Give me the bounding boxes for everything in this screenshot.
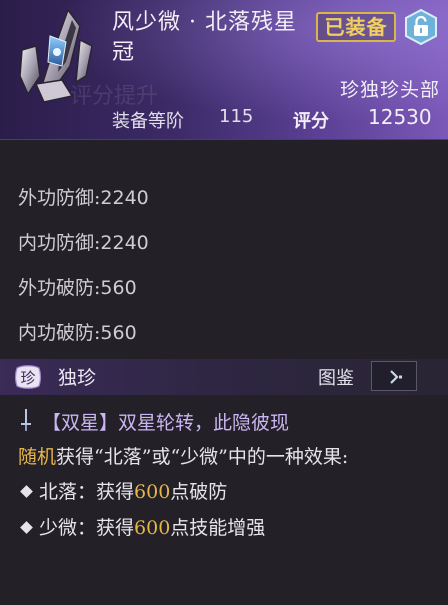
item-name: 风少微 · 北落残星冠 [112,10,297,65]
stat-value: 560 [100,277,137,299]
effect-pre: ：获得 [77,481,135,503]
effect-value: 600 [134,517,171,539]
atlas-button[interactable] [371,361,417,391]
stat-label: 外功破防: [18,277,101,299]
rarity-seal-text: 珍 [20,369,35,387]
chevron-right-icon [390,370,402,384]
sword-icon [21,409,31,431]
effect-row: 少微：获得600点技能增强 [18,510,438,546]
item-description: 【双星】双星轮转，此隐彼现 随机获得“北落”或“少微”中的一种效果: 北落：获得… [18,408,438,546]
equipped-badge: 已装备 [316,12,396,42]
score-label: 评分 [293,111,329,132]
effect-name: 少微 [39,517,78,539]
stat-value: 2240 [100,187,149,209]
effect-pre: ：获得 [77,517,135,539]
rarity-seal-icon: 珍 [14,365,42,389]
random-keyword: 随机 [18,446,57,468]
stat-label: 内功破防: [18,322,101,344]
stat-row: 外功防御:2240 [18,178,149,223]
random-effect-rest: 获得“北落”或“少微”中的一种效果: [56,446,349,468]
equip-level-label: 装备等阶 [112,111,184,132]
set-effect-text: 【双星】双星轮转，此隐彼现 [42,412,290,434]
random-effect-text: 随机获得“北落”或“少微”中的一种效果: [18,440,438,474]
effect-row: 北落：获得600点破防 [18,474,438,510]
stat-value: 560 [100,322,137,344]
effect-post: 点破防 [170,481,228,503]
crown-item-icon [19,8,93,103]
diamond-bullet-icon [20,521,33,534]
effect-post: 点技能增强 [170,517,266,539]
stat-row: 外功破防:560 [18,268,149,313]
item-tooltip-panel: 评分提升 风少微 · 北落残星冠 已装备 珍独珍头部 装备等阶 115 评分 1… [0,0,448,605]
rarity-label: 独珍 [58,367,97,389]
stat-label: 外功防御: [18,187,101,209]
atlas-label: 图鉴 [318,368,354,389]
slot-type-label: 珍独珍头部 [339,79,440,101]
score-value: 12530 [368,105,432,129]
stat-value: 2240 [100,232,149,254]
stat-row: 内功防御:2240 [18,223,149,268]
effect-value: 600 [134,481,171,503]
stats-list: 外功防御:2240 内功防御:2240 外功破防:560 内功破防:560 [18,178,149,358]
lock-icon[interactable] [402,8,440,46]
stat-row: 内功破防:560 [18,313,149,358]
rarity-bar: 珍 独珍 图鉴 [0,359,448,395]
effect-name: 北落 [39,481,78,503]
item-header: 评分提升 风少微 · 北落残星冠 已装备 珍独珍头部 装备等阶 115 评分 1… [0,0,448,140]
diamond-bullet-icon [20,485,33,498]
equip-level-value: 115 [219,106,254,127]
stat-label: 内功防御: [18,232,101,254]
set-effect-line: 【双星】双星轮转，此隐彼现 [18,408,438,438]
